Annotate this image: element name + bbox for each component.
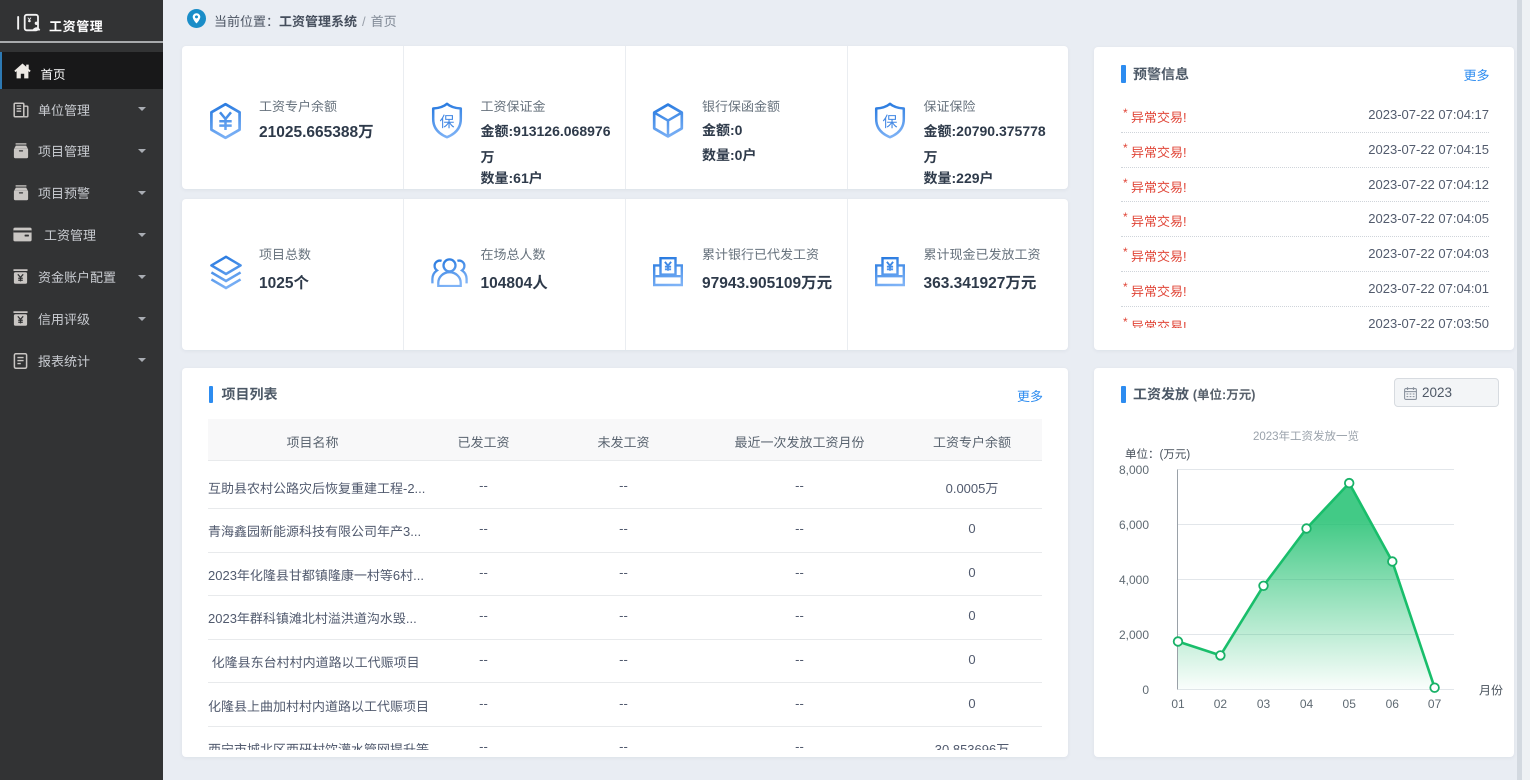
svg-text:06: 06 bbox=[1386, 697, 1400, 711]
svg-text:保​​​​​​: 保​​​​​​ bbox=[439, 114, 454, 131]
svg-text:6,000: 6,000 bbox=[1119, 518, 1149, 532]
svg-text:月份​​​​​​: 月份​​​​​​ bbox=[1479, 684, 1503, 698]
svg-text:03: 03 bbox=[1257, 697, 1271, 711]
svg-text:02: 02 bbox=[1214, 697, 1228, 711]
svg-text:4,000: 4,000 bbox=[1119, 573, 1149, 587]
svg-text:04: 04 bbox=[1300, 697, 1314, 711]
svg-text:05: 05 bbox=[1343, 697, 1357, 711]
svg-text:8,000: 8,000 bbox=[1119, 463, 1149, 477]
svg-text:2023年工资发放一览​​​​​​: 2023年工资发放一览​​​​​​ bbox=[1253, 430, 1359, 443]
svg-text:01: 01 bbox=[1171, 697, 1185, 711]
svg-text:0: 0 bbox=[1142, 683, 1149, 697]
svg-text:2,000: 2,000 bbox=[1119, 628, 1149, 642]
svg-text:单位：(万元)​​​​​​: 单位：(万元)​​​​​​ bbox=[1125, 448, 1190, 461]
svg-text:保​​​​​​: 保​​​​​​ bbox=[882, 114, 897, 131]
svg-text:07: 07 bbox=[1428, 697, 1442, 711]
